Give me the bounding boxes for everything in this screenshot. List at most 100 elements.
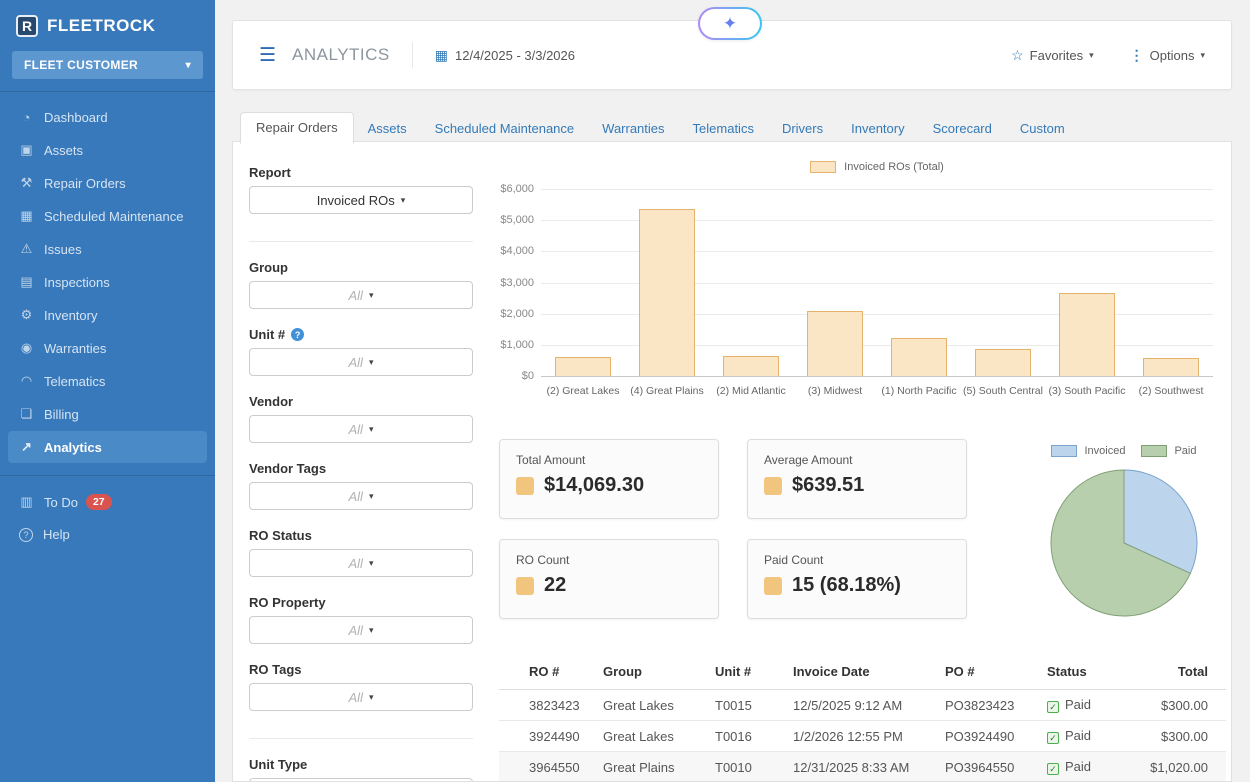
options-label: Options [1150, 48, 1195, 63]
filter-select-ro-status[interactable]: All▾ [249, 549, 473, 577]
fleet-customer-selector[interactable]: FLEET CUSTOMER ▾ [12, 51, 203, 79]
tab-warranties[interactable]: Warranties [588, 114, 678, 143]
filter-select-value: Invoiced ROs [317, 193, 395, 208]
chevron-down-icon: ▾ [186, 60, 191, 71]
todo-badge: 27 [86, 494, 112, 510]
sidebar-item-telematics[interactable]: ◠Telematics [8, 365, 207, 397]
filter-label-text: Vendor Tags [249, 461, 326, 476]
filter-label-text: RO Status [249, 528, 312, 543]
legend-swatch [810, 161, 836, 173]
chevron-down-icon: ▾ [401, 195, 406, 206]
options-dropdown[interactable]: ⋮ Options ▾ [1130, 47, 1205, 64]
stat-card-value-row: 22 [516, 574, 702, 597]
sidebar-item-label: Analytics [44, 440, 102, 455]
stat-card-value-row: $14,069.30 [516, 474, 702, 497]
filter-label-ro-property: RO Property [249, 595, 473, 610]
sidebar-divider [0, 475, 215, 476]
sidebar-item-help[interactable]: ?Help [8, 519, 207, 550]
stat-swatch [764, 477, 782, 495]
sidebar-item-billing[interactable]: ❏Billing [8, 398, 207, 430]
pie-chart [1049, 468, 1199, 618]
tab-repair-orders[interactable]: Repair Orders [240, 112, 354, 144]
filter-label-text: RO Tags [249, 662, 302, 677]
sidebar-item-dashboard[interactable]: ◔Dashboard [8, 102, 207, 133]
filter-divider [249, 241, 473, 242]
stat-swatch [516, 577, 534, 595]
filter-select-vendor-tags[interactable]: All▾ [249, 482, 473, 510]
filter-select-vendor[interactable]: All▾ [249, 415, 473, 443]
fleet-customer-label: FLEET CUSTOMER [24, 58, 138, 72]
y-axis-tick: $6,000 [496, 183, 534, 195]
tab-scheduled-maintenance[interactable]: Scheduled Maintenance [421, 114, 589, 143]
analytics-icon: ↗ [18, 439, 35, 455]
filter-label-unit: Unit #? [249, 327, 473, 342]
sidebar-item-scheduled-maintenance[interactable]: ▦Scheduled Maintenance [8, 200, 207, 232]
paid-checkbox-icon: ✓ [1047, 701, 1059, 713]
filter-label-ro-status: RO Status [249, 528, 473, 543]
column-header-group: Group [603, 664, 715, 679]
tab-drivers[interactable]: Drivers [768, 114, 837, 143]
stat-card-value: 22 [544, 574, 566, 597]
sidebar-item-assets[interactable]: ▣Assets [8, 134, 207, 166]
filter-label-vendor: Vendor [249, 394, 473, 409]
sidebar-item-issues[interactable]: ⚠Issues [8, 233, 207, 265]
gridline [541, 189, 1213, 190]
table-row[interactable]: 3823423Great LakesT001512/5/2025 9:12 AM… [499, 690, 1226, 721]
cell-ro-number: 3964550 [529, 760, 603, 775]
tab-telematics[interactable]: Telematics [679, 114, 768, 143]
filter-select-value: All [349, 623, 363, 638]
sidebar-item-analytics[interactable]: ↗ Analytics [8, 431, 207, 463]
dashboard-icon: ◔ [18, 110, 35, 125]
sidebar-item-label: Assets [44, 143, 83, 158]
help-icon[interactable]: ? [291, 328, 304, 341]
filter-select-unit[interactable]: All▾ [249, 348, 473, 376]
bar-5-south-central [975, 349, 1031, 376]
tab-inventory[interactable]: Inventory [837, 114, 918, 143]
sidebar-footer-nav: ▥To Do27?Help [0, 486, 215, 550]
sidebar-item-warranties[interactable]: ◉Warranties [8, 332, 207, 364]
column-header-invoice-date: Invoice Date [793, 664, 945, 679]
y-axis-tick: $1,000 [496, 339, 534, 351]
date-range-picker[interactable]: ▦ 12/4/2025 - 3/3/2026 [435, 47, 575, 64]
filter-select-unit-type[interactable]: All▾ [249, 778, 473, 782]
bar-4-great-plains [639, 209, 695, 376]
tab-assets[interactable]: Assets [354, 114, 421, 143]
cell-unit-number: T0010 [715, 760, 793, 775]
x-axis-label: (2) Southwest [1111, 385, 1231, 397]
cell-status: ✓Paid [1047, 759, 1139, 776]
filter-label-report: Report [249, 165, 473, 180]
filter-select-group[interactable]: All▾ [249, 281, 473, 309]
legend-swatch [1051, 445, 1077, 457]
page-title: ANALYTICS [292, 45, 390, 65]
sidebar-item-inventory[interactable]: ⚙Inventory [8, 299, 207, 331]
favorites-dropdown[interactable]: ☆ Favorites ▾ [1011, 47, 1094, 64]
chevron-down-icon: ▾ [369, 491, 374, 502]
filter-select-report[interactable]: Invoiced ROs ▾ [249, 186, 473, 214]
filters-panel: ReportInvoiced ROs▾GroupAll▾Unit #?All▾V… [249, 151, 473, 782]
paid-checkbox-icon: ✓ [1047, 763, 1059, 775]
table-row[interactable]: 3964550Great PlainsT001012/31/2025 8:33 … [499, 752, 1226, 782]
stat-card-value: $14,069.30 [544, 474, 644, 497]
column-header-ro: RO # [529, 664, 603, 679]
tab-custom[interactable]: Custom [1006, 114, 1079, 143]
ai-assistant-button[interactable]: ✦ [698, 7, 762, 40]
y-axis-tick: $4,000 [496, 245, 534, 257]
bar-2-great-lakes [555, 357, 611, 376]
cell-ro-number: 3823423 [529, 698, 603, 713]
bar-3-south-pacific [1059, 293, 1115, 376]
sidebar-item-repair-orders[interactable]: ⚒Repair Orders [8, 167, 207, 199]
chevron-down-icon: ▾ [369, 290, 374, 301]
sidebar: R FLEETROCK FLEET CUSTOMER ▾ ◔Dashboard▣… [0, 0, 215, 782]
menu-icon[interactable]: ☰ [259, 44, 276, 67]
inspections-icon: ▤ [18, 274, 35, 290]
cell-total: $1,020.00 [1139, 760, 1226, 775]
stat-swatch [516, 477, 534, 495]
cell-ro-number: 3924490 [529, 729, 603, 744]
tab-scorecard[interactable]: Scorecard [919, 114, 1006, 143]
sidebar-item-to-do[interactable]: ▥To Do27 [8, 486, 207, 518]
sidebar-item-inspections[interactable]: ▤Inspections [8, 266, 207, 298]
row-swatch-cell [499, 698, 529, 713]
table-row[interactable]: 3924490Great LakesT00161/2/2026 12:55 PM… [499, 721, 1226, 752]
filter-select-ro-tags[interactable]: All▾ [249, 683, 473, 711]
filter-select-ro-property[interactable]: All▾ [249, 616, 473, 644]
